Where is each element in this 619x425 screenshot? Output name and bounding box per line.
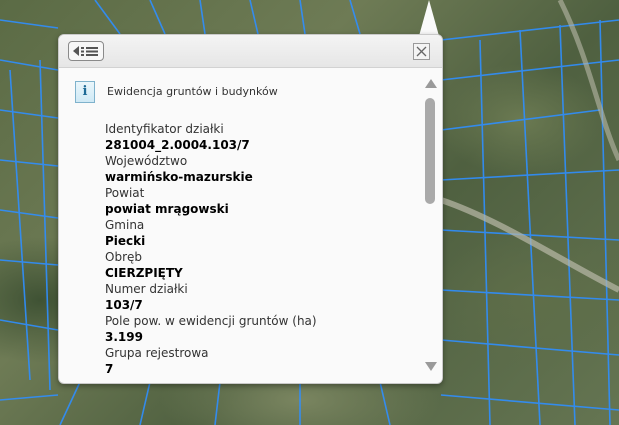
section-title: Ewidencja gruntów i budynków (107, 85, 278, 98)
section-header[interactable]: i Ewidencja gruntów i budynków (75, 81, 395, 103)
field-label-grupa-rejestrowa: Grupa rejestrowa (105, 346, 209, 360)
field-label-obreb: Obręb (105, 250, 142, 264)
field-label-wojewodztwo: Województwo (105, 154, 188, 168)
back-to-list-button[interactable] (68, 41, 104, 61)
field-value-gmina: Piecki (105, 234, 146, 248)
list-back-icon (73, 46, 98, 56)
field-value-powiat: powiat mrągowski (105, 202, 229, 216)
info-icon: i (75, 81, 95, 103)
field-label-gmina: Gmina (105, 218, 145, 232)
vertical-scrollbar[interactable] (420, 68, 442, 383)
field-value-pole-pow: 3.199 (105, 330, 143, 344)
popup-content[interactable]: i Ewidencja gruntów i budynków Identyfik… (59, 68, 420, 383)
field-value-wojewodztwo: warmińsko-mazurskie (105, 170, 253, 184)
close-icon (416, 46, 427, 57)
close-button[interactable] (413, 43, 430, 60)
scrollbar-thumb[interactable] (425, 98, 435, 204)
field-label-pole-pow: Pole pow. w ewidencji gruntów (ha) (105, 314, 317, 328)
popup-header (59, 35, 442, 68)
field-label-identyfikator: Identyfikator działki (105, 122, 224, 136)
popup-pointer (419, 0, 439, 36)
field-label-numer-dzialki: Numer działki (105, 282, 188, 296)
field-label-powiat: Powiat (105, 186, 145, 200)
scroll-down-arrow-icon[interactable] (425, 362, 437, 371)
field-value-grupa-rejestrowa: 7 (105, 362, 114, 376)
field-value-identyfikator: 281004_2.0004.103/7 (105, 138, 250, 152)
field-value-obreb: CIERZPIĘTY (105, 266, 183, 280)
feature-info-popup: i Ewidencja gruntów i budynków Identyfik… (58, 34, 443, 384)
scroll-up-arrow-icon[interactable] (425, 79, 437, 88)
attribute-list: Identyfikator działki 281004_2.0004.103/… (105, 121, 405, 377)
field-value-numer-dzialki: 103/7 (105, 298, 143, 312)
